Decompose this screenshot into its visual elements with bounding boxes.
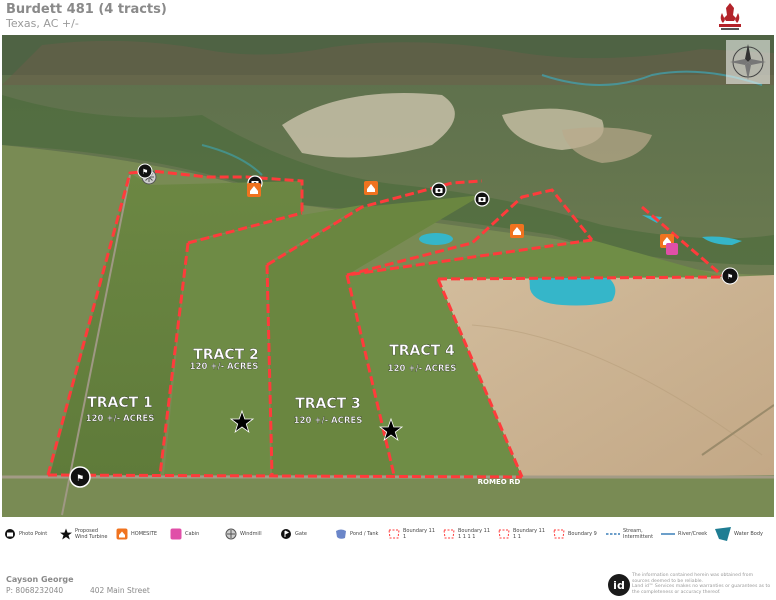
brand-logo: [716, 1, 744, 33]
property-location: Texas, AC +/-: [6, 17, 79, 30]
boundary-icon: [553, 529, 565, 539]
home-icon[interactable]: [510, 224, 524, 238]
stream-icon: [606, 533, 620, 535]
svg-text:⚑: ⚑: [76, 474, 84, 484]
legend-boundary-1: Boundary 11 1: [388, 522, 447, 546]
boundary-icon: [498, 529, 510, 539]
agent-phone[interactable]: P: 8068232040: [6, 586, 63, 595]
camera-icon: [5, 529, 15, 539]
map-header: Burdett 481 (4 tracts) Texas, AC +/-: [0, 0, 776, 35]
svg-text:⚑: ⚑: [142, 168, 148, 176]
legend-boundary-2: Boundary 11 1 1 1 1: [443, 522, 502, 546]
disclaimer-text: The information contained herein was obt…: [632, 573, 771, 595]
gate-icon: [281, 529, 291, 539]
legend-wind-turbine: Proposed Wind Turbine: [60, 522, 119, 546]
cabin-icon[interactable]: [666, 243, 678, 255]
tract-3-acres: 120 +/- ACRES: [294, 416, 363, 426]
landid-logo: id: [608, 574, 630, 596]
agent-name: Cayson George: [6, 575, 74, 584]
compass-icon: [726, 40, 770, 84]
star-icon: [60, 528, 72, 540]
property-title: Burdett 481 (4 tracts): [6, 2, 167, 17]
gate-icon[interactable]: ⚑: [137, 163, 153, 179]
gate-icon[interactable]: ⚑: [721, 267, 739, 285]
camera-icon[interactable]: [431, 182, 447, 198]
legend-river: River/Creek: [661, 522, 708, 546]
windmill-icon: [225, 528, 237, 540]
river-icon: [661, 533, 675, 535]
legend-water-body: Water Body: [715, 522, 770, 546]
map-canvas: TRACT 1 120 +/- ACRES TRACT 2 120 +/- AC…: [2, 35, 774, 517]
agent-address: 402 Main Street: [90, 586, 150, 595]
aerial-map[interactable]: TRACT 1 120 +/- ACRES TRACT 2 120 +/- AC…: [2, 35, 774, 517]
legend-gate: Gate: [280, 522, 339, 546]
home-icon[interactable]: [364, 181, 378, 195]
legend-windmill: Windmill: [225, 522, 284, 546]
gate-icon[interactable]: ⚑: [69, 466, 91, 488]
map-legend: Photo Point Proposed Wind Turbine HOMESI…: [0, 522, 776, 546]
tract-2-acres: 120 +/- ACRES: [190, 362, 259, 372]
home-icon: [116, 528, 128, 540]
tract-1-label: TRACT 1: [87, 395, 153, 411]
legend-cabin: Cabin: [170, 522, 229, 546]
legend-pond: Pond / Tank: [335, 522, 394, 546]
water-body-icon: [715, 527, 731, 541]
legend-stream: Stream, Intermittent: [606, 522, 653, 546]
legend-photo-point: Photo Point: [4, 522, 63, 546]
boundary-icon: [388, 529, 400, 539]
legend-boundary-3: Boundary 11 1 1: [498, 522, 557, 546]
cabin-icon: [170, 528, 182, 540]
pond-icon: [336, 529, 346, 539]
camera-icon[interactable]: [474, 191, 490, 207]
road-label: ROMEO RD: [478, 478, 521, 486]
tract-4-acres: 120 +/- ACRES: [388, 364, 457, 374]
tract-1-acres: 120 +/- ACRES: [86, 414, 155, 424]
tract-3-label: TRACT 3: [295, 396, 361, 412]
pond-north: [419, 233, 453, 245]
home-icon[interactable]: [247, 183, 261, 197]
boundary-icon: [443, 529, 455, 539]
agent-footer: Cayson George P: 8068232040 402 Main Str…: [0, 548, 776, 600]
svg-text:⚑: ⚑: [727, 273, 733, 281]
legend-boundary-4: Boundary 9: [553, 522, 612, 546]
legend-homesite: HOMESITE: [116, 522, 175, 546]
tract-4-label: TRACT 4: [389, 343, 455, 359]
tract-2-label: TRACT 2: [193, 347, 259, 363]
